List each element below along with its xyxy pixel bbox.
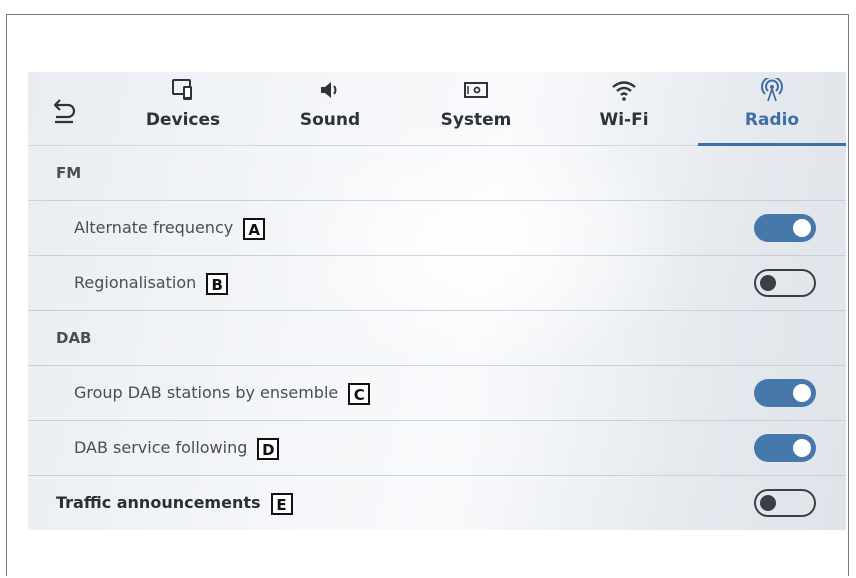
setting-label-text: Alternate frequency xyxy=(74,218,234,237)
back-arrow-icon xyxy=(53,99,76,124)
tab-devices[interactable]: Devices xyxy=(123,72,243,144)
setting-label: Group DAB stations by ensemble C xyxy=(74,366,371,420)
phone-screen-icon xyxy=(172,79,192,100)
tab-devices-label: Devices xyxy=(145,110,221,130)
setting-label-text: DAB service following xyxy=(74,438,248,457)
setting-label: DAB service following D xyxy=(74,421,280,475)
tab-system[interactable]: System xyxy=(416,72,536,144)
tab-sound[interactable]: Sound xyxy=(270,72,390,144)
callout-a: A xyxy=(243,217,266,240)
tab-wifi-label: Wi-Fi xyxy=(599,110,649,130)
setting-traffic-announcements[interactable]: Traffic announcements E xyxy=(28,476,846,530)
section-header-dab: DAB xyxy=(28,311,846,366)
tab-radio-label: Radio xyxy=(744,110,800,130)
section-dab-label: DAB xyxy=(56,329,92,347)
toggle-knob xyxy=(760,275,776,291)
system-icon xyxy=(464,82,488,98)
group-dab-toggle[interactable] xyxy=(754,379,816,407)
setting-label-text: Regionalisation xyxy=(74,273,197,292)
radio-settings-screen: Devices Sound System Wi-Fi Radio FM Alte… xyxy=(28,72,846,530)
back-button[interactable] xyxy=(46,92,82,128)
section-header-fm: FM xyxy=(28,146,846,201)
setting-label: Traffic announcements E xyxy=(56,476,293,530)
section-fm-label: FM xyxy=(56,164,82,182)
setting-group-dab[interactable]: Group DAB stations by ensemble C xyxy=(28,366,846,421)
setting-label: Alternate frequency A xyxy=(74,201,266,255)
setting-label-text: Group DAB stations by ensemble xyxy=(74,383,339,402)
setting-alternate-frequency[interactable]: Alternate frequency A xyxy=(28,201,846,256)
callout-e: E xyxy=(270,492,293,515)
radio-antenna-icon xyxy=(761,78,783,102)
setting-regionalisation[interactable]: Regionalisation B xyxy=(28,256,846,311)
tab-wifi[interactable]: Wi-Fi xyxy=(564,72,684,144)
callout-c: C xyxy=(348,382,371,405)
setting-label: Regionalisation B xyxy=(74,256,229,310)
settings-tab-bar: Devices Sound System Wi-Fi Radio xyxy=(28,72,846,146)
tab-sound-label: Sound xyxy=(299,110,361,130)
toggle-knob xyxy=(760,495,776,511)
regionalisation-toggle[interactable] xyxy=(754,269,816,297)
alternate-frequency-toggle[interactable] xyxy=(754,214,816,242)
callout-b: B xyxy=(206,272,229,295)
traffic-announcements-toggle[interactable] xyxy=(754,489,816,517)
callout-d: D xyxy=(257,437,280,460)
tab-system-label: System xyxy=(440,110,512,130)
setting-dab-service-following[interactable]: DAB service following D xyxy=(28,421,846,476)
wifi-icon xyxy=(612,81,636,101)
setting-label-text: Traffic announcements xyxy=(56,493,261,512)
toggle-knob xyxy=(793,384,811,402)
toggle-knob xyxy=(793,219,811,237)
speaker-icon xyxy=(321,82,337,98)
dab-service-following-toggle[interactable] xyxy=(754,434,816,462)
tab-radio[interactable]: Radio xyxy=(712,72,832,144)
toggle-knob xyxy=(793,439,811,457)
